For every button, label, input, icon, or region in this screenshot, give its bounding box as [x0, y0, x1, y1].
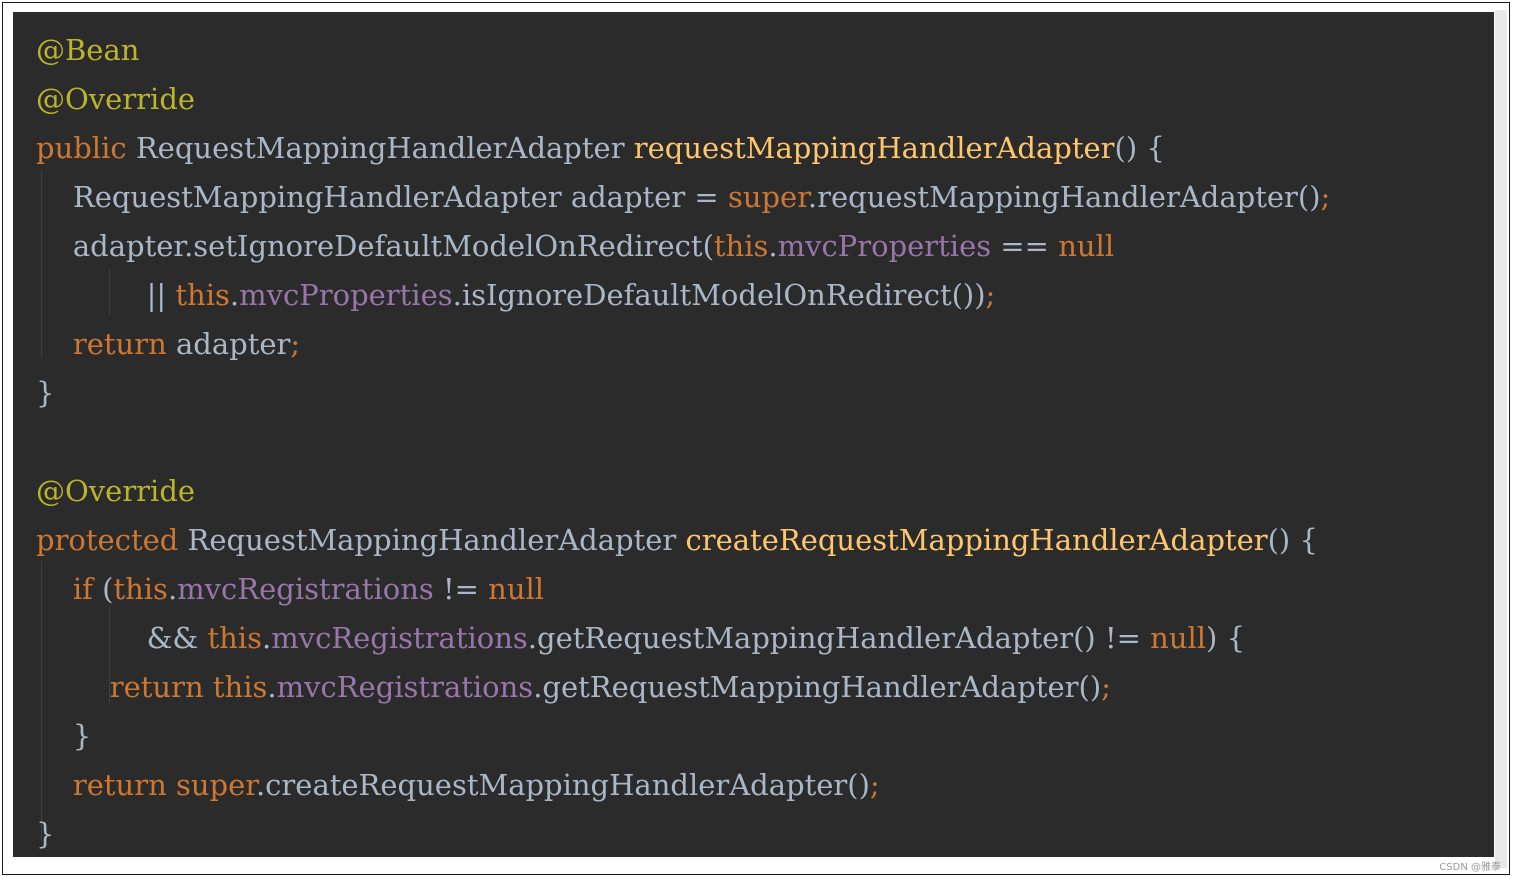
- code-token: this: [113, 572, 168, 606]
- code-line: public RequestMappingHandlerAdapter requ…: [36, 124, 1330, 173]
- code-token: mvcRegistrations: [271, 621, 528, 655]
- code-token: RequestMappingHandlerAdapter: [178, 523, 686, 557]
- code-line: return this.mvcRegistrations.getRequestM…: [36, 663, 1330, 712]
- code-line: RequestMappingHandlerAdapter adapter = s…: [36, 173, 1330, 222]
- code-token: if: [72, 572, 93, 606]
- code-token: RequestMappingHandlerAdapter: [126, 131, 634, 165]
- code-token: adapter: [166, 327, 291, 361]
- code-token: this: [175, 278, 230, 312]
- code-token: this: [713, 229, 769, 263]
- code-token: .getRequestMappingHandlerAdapter(): [533, 670, 1102, 704]
- code-line: }: [36, 369, 1330, 418]
- code-token: ||: [36, 278, 176, 312]
- code-token: }: [36, 376, 55, 410]
- code-token: !=: [433, 572, 489, 606]
- code-token: null: [1058, 229, 1115, 263]
- code-token: @Bean: [36, 33, 140, 67]
- code-token: .isIgnoreDefaultModelOnRedirect()): [452, 278, 986, 312]
- code-token: () {: [1114, 131, 1165, 165]
- code-token: return: [72, 327, 167, 361]
- code-line: || this.mvcProperties.isIgnoreDefaultMod…: [36, 271, 1330, 320]
- code-token: mvcRegistrations: [276, 670, 534, 704]
- code-token: .: [768, 229, 778, 263]
- code-token: @Override: [36, 82, 196, 116]
- code-token: ;: [1320, 180, 1331, 214]
- code-token: requestMappingHandlerAdapter: [633, 131, 1115, 165]
- code-token: .: [229, 278, 240, 312]
- code-line: }: [36, 712, 1330, 761]
- code-token: .: [167, 572, 178, 606]
- code-token: .createRequestMappingHandlerAdapter(): [255, 768, 870, 802]
- code-token: public: [36, 131, 127, 165]
- code-token: ) {: [1206, 621, 1246, 655]
- code-token: this: [207, 621, 262, 655]
- code-line: && this.mvcRegistrations.getRequestMappi…: [36, 614, 1330, 663]
- code-editor[interactable]: @Bean @Override public RequestMappingHandl…: [13, 12, 1494, 857]
- code-token: ;: [1101, 670, 1111, 704]
- code-line: @Bean: [36, 26, 1330, 75]
- code-line: return super.createRequestMappingHandler…: [36, 761, 1330, 810]
- code-token: .requestMappingHandlerAdapter(): [807, 180, 1321, 214]
- code-token: .: [261, 621, 272, 655]
- code-token: createRequestMappingHandlerAdapter: [685, 523, 1268, 557]
- code-token: mvcProperties: [239, 278, 453, 312]
- code-token: .: [267, 670, 277, 704]
- code-token: ;: [869, 768, 880, 802]
- code-token: &&: [36, 621, 208, 655]
- watermark: CSDN @雅泰: [1439, 862, 1501, 873]
- code-token: (: [92, 572, 114, 606]
- code-token: .getRequestMappingHandlerAdapter() !=: [527, 621, 1151, 655]
- code-token: return: [72, 768, 167, 802]
- code-token: ;: [290, 327, 301, 361]
- code-token: return: [109, 670, 204, 704]
- code-token: protected: [36, 523, 179, 557]
- frame-shadow: [1495, 10, 1507, 868]
- code-line: protected RequestMappingHandlerAdapter c…: [36, 516, 1330, 565]
- code-token: }: [36, 817, 55, 851]
- code-token: super: [176, 768, 256, 802]
- code-line: if (this.mvcRegistrations != null: [36, 565, 1330, 614]
- code-line: @Override: [36, 467, 1330, 516]
- code-token: }: [36, 719, 92, 753]
- code-line: return adapter;: [36, 320, 1330, 369]
- code-token: adapter.setIgnoreDefaultModelOnRedirect(: [36, 229, 714, 263]
- code-token: @Override: [36, 474, 196, 508]
- code-token: ;: [985, 278, 996, 312]
- code-token: super: [727, 180, 808, 214]
- code-token: null: [1150, 621, 1207, 655]
- code-token: null: [488, 572, 545, 606]
- code-block: @Bean @Override public RequestMappingHandl…: [36, 26, 1330, 857]
- code-token: ==: [991, 229, 1059, 263]
- code-token: () {: [1267, 523, 1318, 557]
- code-token: mvcRegistrations: [177, 572, 434, 606]
- code-line: }: [36, 810, 1330, 857]
- code-token: RequestMappingHandlerAdapter adapter =: [36, 180, 728, 214]
- code-token: mvcProperties: [777, 229, 992, 263]
- code-line: adapter.setIgnoreDefaultModelOnRedirect(…: [36, 222, 1330, 271]
- code-token: this: [212, 670, 268, 704]
- code-line: @Override: [36, 75, 1330, 124]
